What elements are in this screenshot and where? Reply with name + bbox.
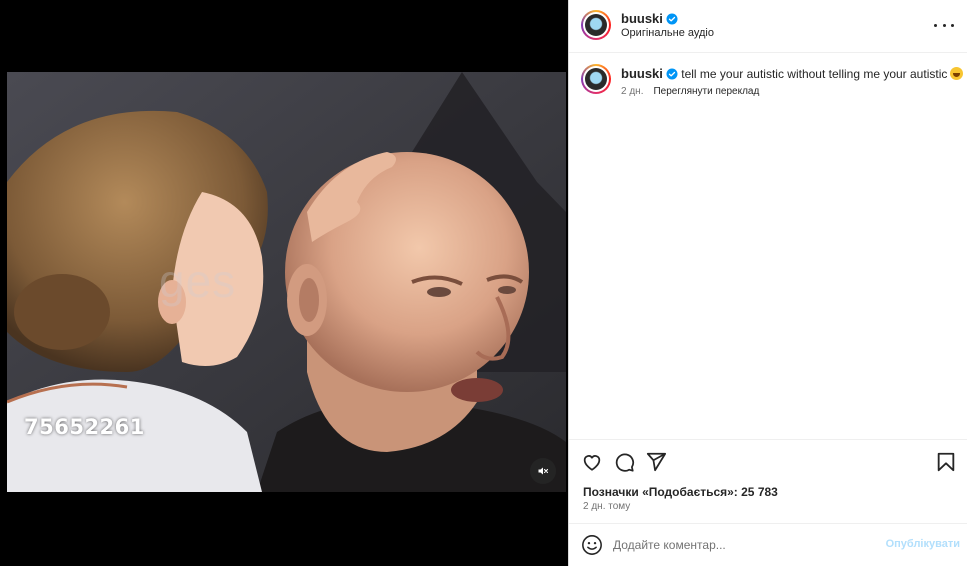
- action-bar: Позначки «Подобається»: 25 783 2 дн. том…: [569, 439, 967, 523]
- muted-speaker-icon: [538, 467, 549, 475]
- laughing-emoji-icon: [950, 67, 964, 80]
- avatar[interactable]: [581, 64, 611, 94]
- caption-meta: 2 дн. Переглянути переклад: [621, 86, 759, 97]
- mute-toggle-button[interactable]: [530, 458, 556, 484]
- video-player[interactable]: ges 75652261: [7, 72, 566, 492]
- avatar[interactable]: [581, 10, 611, 40]
- verified-badge-icon: [666, 13, 678, 25]
- username-text: buuski: [621, 11, 663, 26]
- post-media: ges 75652261: [0, 0, 568, 566]
- add-comment-bar: Опублікувати: [569, 523, 967, 566]
- author-username[interactable]: buuski: [621, 11, 678, 26]
- likes-count[interactable]: Позначки «Подобається»: 25 783: [583, 485, 778, 499]
- post-timestamp[interactable]: 2 дн. тому: [583, 501, 630, 512]
- post-header: buuski Оригінальне аудіо: [569, 0, 967, 53]
- video-watermark: ges: [159, 255, 237, 307]
- original-audio-link[interactable]: Оригінальне аудіо: [621, 27, 714, 39]
- caption-age: 2 дн.: [621, 86, 644, 97]
- caption-text: tell me your autistic without telling me…: [681, 67, 948, 81]
- video-overlay-id: 75652261: [24, 415, 145, 439]
- share-icon[interactable]: [645, 451, 667, 473]
- see-translation-link[interactable]: Переглянути переклад: [653, 86, 759, 97]
- heart-icon[interactable]: [581, 451, 603, 473]
- caption-username[interactable]: buuski: [621, 66, 663, 81]
- more-options-icon[interactable]: [934, 17, 954, 33]
- post-info-panel: buuski Оригінальне аудіо buuski tell me …: [568, 0, 967, 566]
- caption-line: buuski tell me your autistic without tel…: [621, 66, 964, 82]
- comment-icon[interactable]: [613, 451, 635, 473]
- bookmark-icon[interactable]: [935, 451, 957, 473]
- comment-input[interactable]: [613, 536, 873, 554]
- verified-badge-icon: [666, 68, 678, 80]
- emoji-picker-icon[interactable]: [581, 534, 603, 556]
- post-comment-button[interactable]: Опублікувати: [886, 538, 960, 550]
